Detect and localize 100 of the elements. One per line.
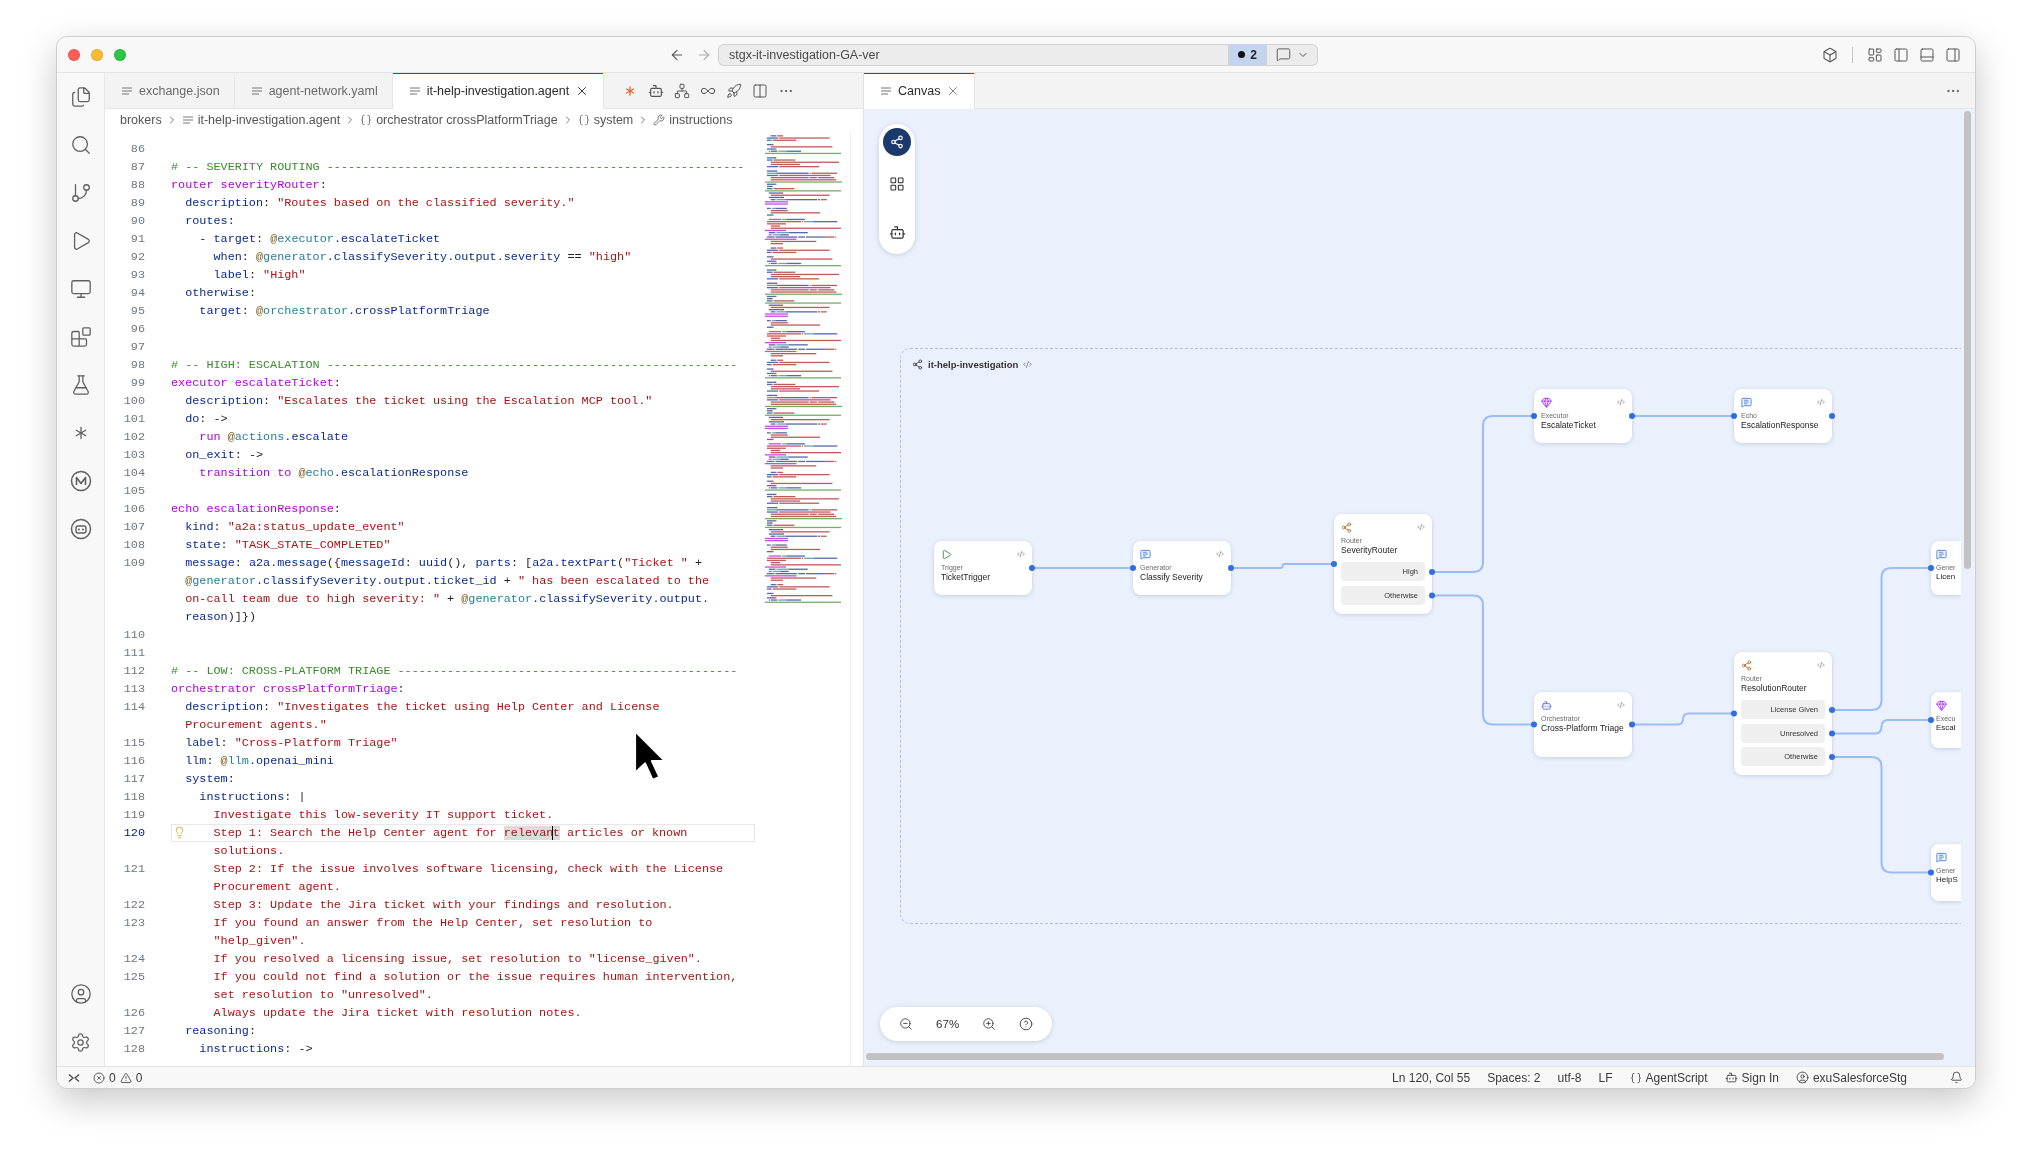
line-number: 108: [122, 537, 146, 554]
panel-left-icon[interactable]: [1893, 46, 1909, 63]
cube-icon[interactable]: [1822, 46, 1838, 63]
port-handle[interactable]: [1829, 413, 1835, 419]
code-icon[interactable]: [1017, 550, 1025, 558]
robot-icon[interactable]: [888, 223, 906, 241]
port-handle[interactable]: [1531, 721, 1537, 728]
port-handle[interactable]: [1629, 721, 1635, 728]
line-ending-status[interactable]: LF: [1598, 1070, 1613, 1085]
node-name: Classify Severity: [1140, 572, 1204, 583]
language-status[interactable]: AgentScript: [1629, 1070, 1708, 1085]
code-icon[interactable]: [1617, 701, 1625, 709]
port-handle[interactable]: [1829, 707, 1835, 713]
line-number: 125: [122, 969, 146, 986]
sign-in-status[interactable]: Sign In: [1724, 1070, 1779, 1085]
notification-badge[interactable]: 2: [1228, 43, 1267, 66]
file-icon: [181, 114, 194, 126]
code-line: when: @generator.classifySeverity.output.severity == "high": [212, 249, 633, 266]
port-handle[interactable]: [1928, 565, 1934, 571]
scrollbar[interactable]: [866, 1053, 1944, 1060]
rocket-icon[interactable]: [726, 82, 743, 99]
grid-icon[interactable]: [889, 176, 905, 192]
port-handle[interactable]: [1429, 569, 1435, 575]
line-number: 119: [122, 807, 146, 824]
code-icon[interactable]: [1617, 398, 1625, 406]
settings-icon[interactable]: [70, 1031, 91, 1053]
account-icon[interactable]: [69, 983, 92, 1005]
port-handle[interactable]: [1130, 565, 1136, 571]
line-number: 100: [122, 393, 146, 410]
port-handle[interactable]: [1029, 565, 1035, 571]
code-line: transition to @echo.escalationResponse: [198, 465, 470, 482]
monitor-icon[interactable]: [69, 278, 92, 300]
port-handle[interactable]: [1331, 561, 1337, 567]
scrollbar[interactable]: [1964, 111, 1971, 569]
command-center[interactable]: stgx-it-investigation-GA-ver: [718, 43, 1228, 66]
code-line: echo escalationResponse:: [171, 501, 342, 518]
hierarchy-icon[interactable]: [674, 82, 691, 99]
extensions-icon[interactable]: [69, 326, 92, 348]
workflow-button[interactable]: [883, 128, 911, 156]
node-name: EscalateTicket: [1541, 420, 1597, 431]
search-icon[interactable]: [69, 134, 92, 156]
port-handle[interactable]: [1829, 730, 1835, 737]
port-handle[interactable]: [1928, 717, 1934, 723]
circle-logo-icon[interactable]: [69, 470, 92, 492]
breadcrumb-item[interactable]: brokers: [120, 113, 162, 127]
chat-button[interactable]: [1267, 43, 1318, 66]
breadcrumb-item[interactable]: system: [577, 113, 634, 127]
editor-tab[interactable]: it-help-investigation.agent: [392, 73, 605, 109]
node-name: HelpS: [1936, 875, 1959, 886]
port-handle[interactable]: [1928, 869, 1934, 876]
code-icon[interactable]: [1817, 661, 1825, 669]
indentation-status[interactable]: Spaces: 2: [1487, 1070, 1541, 1085]
port-handle[interactable]: [1429, 592, 1435, 599]
line-number: 121: [122, 861, 146, 878]
layout-icon[interactable]: [1867, 46, 1883, 63]
split-editor-icon[interactable]: [752, 82, 769, 99]
robot-icon[interactable]: [648, 82, 665, 99]
help-icon[interactable]: [1018, 1017, 1033, 1031]
workflow-icon: [912, 359, 923, 370]
play-icon: [941, 548, 952, 560]
code-line: Step 1: Search the Help Center agent for relevant articles or known: [171, 824, 755, 842]
close-window-button[interactable]: [68, 48, 80, 61]
zoom-in-icon[interactable]: [981, 1017, 996, 1031]
warning-icon: [119, 1071, 132, 1084]
code-icon[interactable]: [1216, 550, 1224, 558]
port-handle[interactable]: [1629, 413, 1635, 419]
port-handle[interactable]: [1829, 754, 1835, 760]
file-icon: [408, 85, 421, 97]
code-line: description: "Escalates the ticket using the Escalation MCP tool.": [184, 393, 654, 410]
maximize-window-button[interactable]: [114, 48, 126, 61]
braces-icon: [1629, 1071, 1642, 1084]
wrench-icon: [653, 114, 666, 126]
code-icon[interactable]: [1817, 398, 1825, 406]
bell-icon[interactable]: [1950, 1071, 1963, 1084]
files-icon[interactable]: [69, 86, 92, 108]
encoding-status[interactable]: utf-8: [1557, 1070, 1582, 1085]
source-control-icon[interactable]: [69, 182, 92, 204]
robot-icon[interactable]: [69, 518, 92, 540]
port-handle[interactable]: [1731, 413, 1737, 419]
canvas-tab[interactable]: Canvas: [864, 73, 976, 109]
breadcrumb-item[interactable]: instructions: [653, 113, 733, 127]
port-handle[interactable]: [1731, 710, 1737, 717]
zoom-level: 67%: [936, 1018, 960, 1030]
breadcrumb-item[interactable]: it-help-investigation.agent: [181, 113, 341, 127]
port-handle[interactable]: [1228, 565, 1234, 571]
node-name: EscalationResponse: [1741, 420, 1820, 431]
code-line: routes:: [184, 213, 236, 230]
breadcrumb-item[interactable]: orchestrator crossPlatformTriage: [360, 113, 558, 127]
line-number: 120: [122, 825, 146, 842]
problems-status[interactable]: 0 0: [93, 1070, 143, 1085]
account-status[interactable]: exuSalesforceStg: [1795, 1070, 1907, 1085]
port-handle[interactable]: [1531, 413, 1537, 419]
panel-bottom-icon[interactable]: [1919, 46, 1935, 63]
cursor-position[interactable]: Ln 120, Col 55: [1392, 1070, 1471, 1085]
code-icon[interactable]: [1417, 523, 1425, 531]
code-icon[interactable]: [1023, 360, 1033, 369]
zoom-out-icon[interactable]: [899, 1017, 914, 1031]
panel-right-icon[interactable]: [1945, 46, 1961, 63]
node-name: SeverityRouter: [1341, 545, 1399, 556]
code-line: Investigate this low-severity IT support ticket.: [212, 807, 555, 824]
